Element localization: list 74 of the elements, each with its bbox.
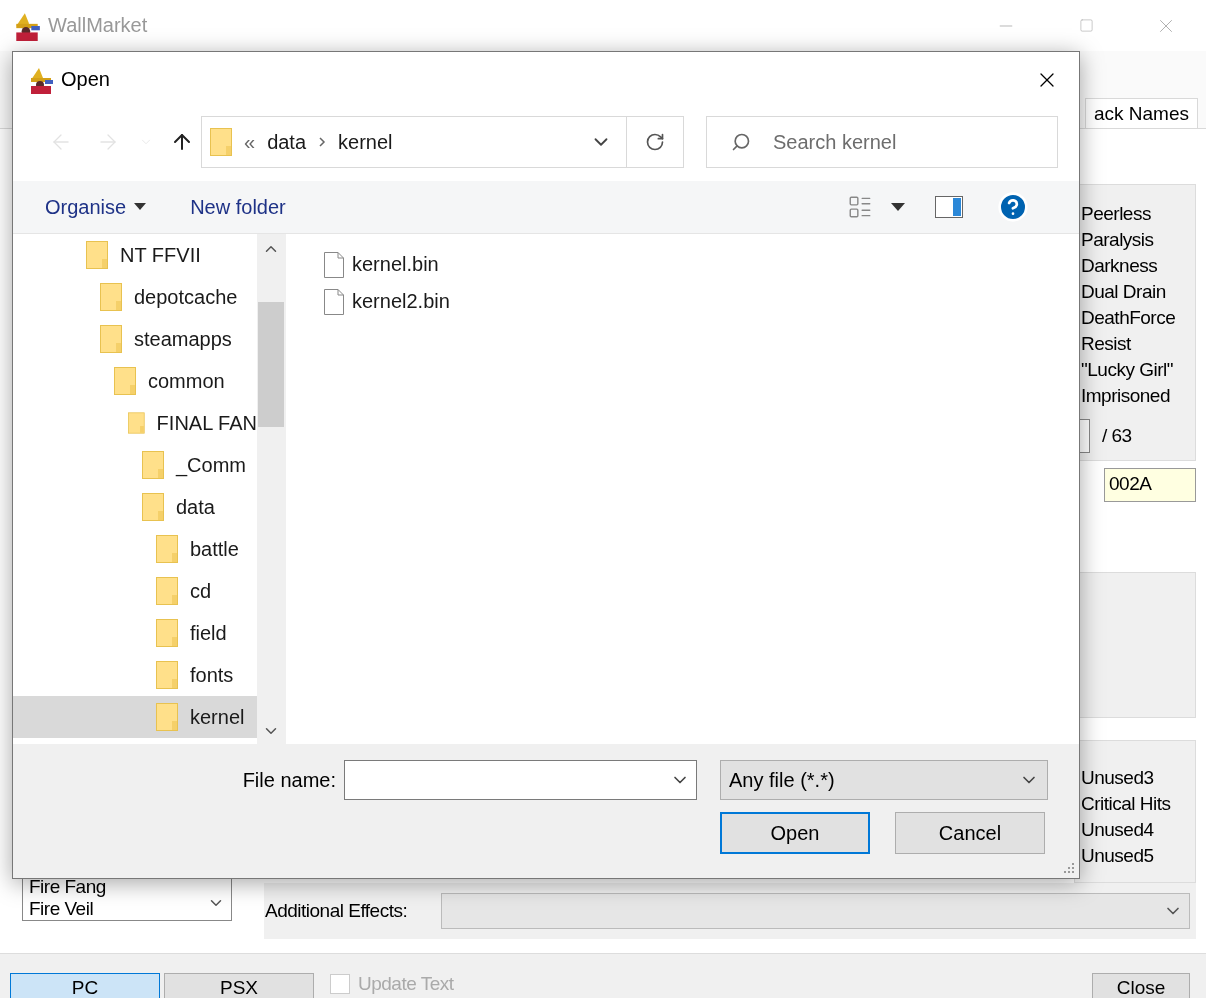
- status-label: Paralysis: [1081, 228, 1155, 252]
- open-button[interactable]: Open: [720, 812, 870, 854]
- folder-icon: [142, 451, 164, 479]
- folder-tree-item[interactable]: NT FFVII: [13, 234, 257, 276]
- folder-icon: [156, 577, 178, 605]
- list-item[interactable]: Fire Fang: [23, 876, 207, 898]
- close-button[interactable]: Close: [1092, 973, 1190, 998]
- cancel-button[interactable]: Cancel: [895, 812, 1045, 854]
- status-label: DeathForce: [1081, 306, 1177, 330]
- chevron-right-icon: [318, 136, 327, 148]
- folder-tree-item[interactable]: depotcache: [13, 276, 257, 318]
- folder-tree-item[interactable]: kernel: [13, 696, 257, 738]
- preview-pane-icon[interactable]: [934, 196, 963, 218]
- caret-icon[interactable]: [890, 203, 905, 211]
- additional-effects-label: Additional Effects:: [265, 899, 409, 923]
- file-item[interactable]: kernel.bin: [324, 246, 1079, 283]
- flag-label: Unused4: [1081, 818, 1155, 842]
- status-label: Imprisoned: [1081, 384, 1171, 408]
- status-label: Resist: [1081, 332, 1132, 356]
- folder-icon: [142, 493, 164, 521]
- folder-icon: [114, 367, 136, 395]
- status-label: Darkness: [1081, 254, 1159, 278]
- status-label: "Lucky Girl": [1081, 358, 1174, 382]
- dialog-title: Open: [61, 68, 110, 91]
- platform-button[interactable]: PSX: [164, 973, 314, 998]
- flag-label: Unused5: [1081, 844, 1155, 868]
- address-bar[interactable]: « data kernel: [201, 116, 684, 168]
- max-label: / 63: [1102, 424, 1132, 448]
- file-type-dropdown[interactable]: Any file (*.*): [720, 760, 1048, 800]
- scrollbar[interactable]: [257, 234, 285, 744]
- list-item[interactable]: Fire Veil: [23, 898, 207, 920]
- resize-grip-icon[interactable]: [1063, 862, 1075, 874]
- file-item[interactable]: kernel2.bin: [324, 283, 1079, 320]
- folder-tree-item[interactable]: field: [13, 612, 257, 654]
- folder-icon: [100, 325, 122, 353]
- folder-tree-item[interactable]: _Comm: [13, 444, 257, 486]
- folder-icon: [86, 241, 108, 269]
- folder-tree-item[interactable]: battle: [13, 528, 257, 570]
- folder-icon: [210, 128, 232, 156]
- breadcrumb-item[interactable]: data: [267, 130, 307, 154]
- search-icon: [731, 132, 751, 152]
- update-text-label: Update Text: [358, 973, 454, 995]
- folder-tree-item[interactable]: fonts: [13, 654, 257, 696]
- status-label: Peerless: [1081, 202, 1152, 226]
- help-icon[interactable]: [996, 191, 1029, 223]
- file-icon: [324, 288, 344, 315]
- hex-field[interactable]: 002A: [1104, 468, 1196, 502]
- overflow-chevron[interactable]: «: [244, 130, 256, 154]
- folder-icon: [128, 409, 145, 437]
- file-icon: [324, 251, 344, 278]
- status-label: Dual Drain: [1081, 280, 1167, 304]
- window-title: WallMarket: [48, 14, 148, 37]
- platform-button[interactable]: PC: [10, 973, 160, 998]
- folder-icon: [156, 619, 178, 647]
- folder-tree-item[interactable]: common: [13, 360, 257, 402]
- scrollbar-thumb[interactable]: [258, 302, 284, 427]
- folder-icon: [100, 283, 122, 311]
- tab[interactable]: ack Names: [1084, 98, 1198, 128]
- caret-icon: [134, 203, 147, 211]
- folder-tree-item[interactable]: FINAL FAN: [13, 402, 257, 444]
- flag-label: Unused3: [1081, 766, 1155, 790]
- search-field[interactable]: Search kernel: [706, 116, 1058, 168]
- file-name-label: File name:: [242, 768, 337, 792]
- organise-button[interactable]: Organise: [33, 189, 159, 225]
- breadcrumb-item[interactable]: kernel: [338, 130, 393, 154]
- folder-icon: [156, 661, 178, 689]
- new-folder-button[interactable]: New folder: [178, 189, 298, 225]
- flag-label: Critical Hits: [1081, 792, 1172, 816]
- folder-tree-item[interactable]: data: [13, 486, 257, 528]
- folder-icon: [156, 703, 178, 731]
- folder-tree-item[interactable]: cd: [13, 570, 257, 612]
- folder-icon: [156, 535, 178, 563]
- folder-tree-item[interactable]: steamapps: [13, 318, 257, 360]
- file-name-field[interactable]: [344, 760, 697, 800]
